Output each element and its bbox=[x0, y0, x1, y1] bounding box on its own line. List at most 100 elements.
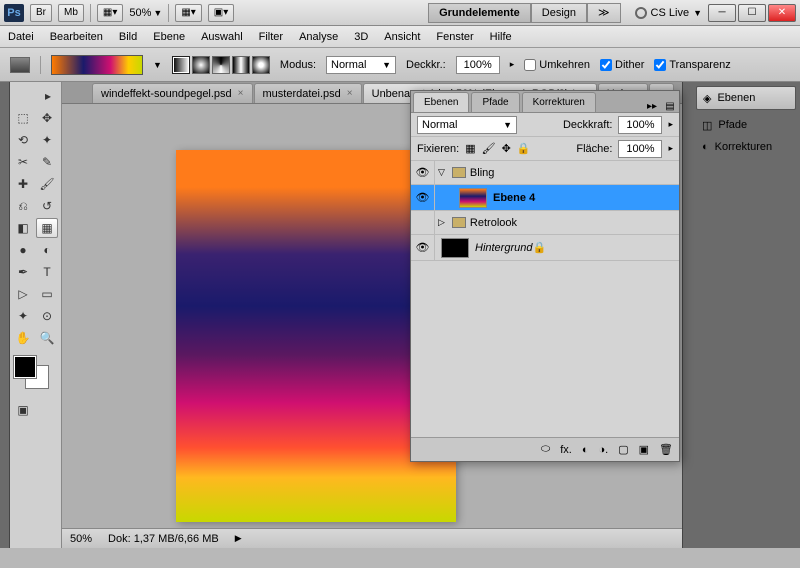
mask-icon[interactable]: ◐ bbox=[582, 444, 589, 456]
history-brush-tool[interactable]: ↺ bbox=[36, 196, 58, 216]
deckkr-input[interactable]: 100% bbox=[456, 56, 500, 74]
status-menu[interactable]: ▶ bbox=[235, 533, 242, 544]
status-zoom[interactable]: 50% bbox=[70, 533, 92, 545]
right-dock-strip[interactable] bbox=[682, 82, 692, 548]
lasso-tool[interactable]: ⟲ bbox=[12, 130, 34, 150]
menu-hilfe[interactable]: Hilfe bbox=[490, 31, 512, 43]
menu-fenster[interactable]: Fenster bbox=[436, 31, 473, 43]
layer-hintergrund[interactable]: 👁 Hintergrund 🔒 bbox=[411, 235, 679, 261]
workspace-more[interactable]: ≫ bbox=[587, 3, 621, 23]
layer-group-bling[interactable]: 👁 ▽ Bling bbox=[411, 161, 679, 185]
eyedropper-tool[interactable]: ✎ bbox=[36, 152, 58, 172]
pen-tool[interactable]: ✒ bbox=[12, 262, 34, 282]
collapse-toolbox[interactable]: ▸ bbox=[37, 86, 59, 106]
lock-pixels-icon[interactable]: 🖌 bbox=[482, 142, 496, 155]
view-extras-button[interactable]: ▦▾ bbox=[97, 4, 123, 22]
minimize-button[interactable]: ─ bbox=[708, 4, 736, 22]
menu-ebene[interactable]: Ebene bbox=[153, 31, 185, 43]
menu-3d[interactable]: 3D bbox=[354, 31, 368, 43]
visibility-icon[interactable] bbox=[411, 211, 435, 234]
status-dok[interactable]: Dok: 1,37 MB/6,66 MB bbox=[108, 533, 219, 545]
menu-datei[interactable]: Datei bbox=[8, 31, 34, 43]
gradient-preview[interactable] bbox=[51, 55, 143, 75]
trash-icon[interactable]: 🗑 bbox=[659, 443, 673, 456]
gradient-diamond[interactable] bbox=[252, 56, 270, 74]
lp-tab-ebenen[interactable]: Ebenen bbox=[413, 92, 469, 112]
rpanel-ebenen[interactable]: ◈Ebenen bbox=[696, 86, 796, 110]
link-layers-icon[interactable]: ⬭ bbox=[541, 443, 550, 456]
lp-menu-icon[interactable]: ▤ bbox=[661, 101, 679, 112]
marquee-tool[interactable]: ✥ bbox=[36, 108, 58, 128]
fx-icon[interactable]: fx. bbox=[560, 444, 572, 456]
zoom-select[interactable]: 50%▼ bbox=[129, 7, 162, 19]
deckkraft-input[interactable]: 100% bbox=[618, 116, 662, 134]
3d-tool[interactable]: ✦ bbox=[12, 306, 34, 326]
crop-tool[interactable]: ✂ bbox=[12, 152, 34, 172]
lp-tab-pfade[interactable]: Pfade bbox=[471, 92, 519, 112]
disclosure-icon[interactable]: ▷ bbox=[438, 217, 445, 228]
tool-preset[interactable] bbox=[10, 57, 30, 73]
gradient-picker-arrow[interactable]: ▼ bbox=[153, 60, 162, 70]
gradient-radial[interactable] bbox=[192, 56, 210, 74]
left-dock-strip[interactable] bbox=[0, 82, 10, 548]
doc-tab-1[interactable]: windeffekt-soundpegel.psd× bbox=[92, 83, 253, 103]
layer-thumbnail[interactable] bbox=[441, 238, 469, 258]
workspace-design[interactable]: Design bbox=[531, 3, 587, 23]
dither-checkbox[interactable]: Dither bbox=[600, 59, 644, 71]
move-tool[interactable]: ⬚ bbox=[12, 108, 34, 128]
cslive-button[interactable]: CS Live▼ bbox=[635, 7, 702, 19]
brush-tool[interactable]: 🖌 bbox=[36, 174, 58, 194]
heal-tool[interactable]: ✚ bbox=[12, 174, 34, 194]
3d-camera-tool[interactable]: ⊙ bbox=[36, 306, 58, 326]
visibility-icon[interactable]: 👁 bbox=[411, 235, 435, 260]
visibility-icon[interactable]: 👁 bbox=[411, 161, 435, 184]
blend-mode-select[interactable]: Normal▼ bbox=[417, 116, 517, 134]
disclosure-icon[interactable]: ▽ bbox=[438, 167, 445, 178]
close-icon[interactable]: × bbox=[238, 88, 244, 99]
lp-collapse-icon[interactable]: ▸▸ bbox=[643, 101, 661, 112]
adjustment-icon[interactable]: ◑. bbox=[599, 444, 609, 456]
shape-tool[interactable]: ▭ bbox=[36, 284, 58, 304]
hand-tool[interactable]: ✋ bbox=[12, 328, 34, 348]
layer-thumbnail[interactable] bbox=[459, 188, 487, 208]
lock-position-icon[interactable]: ✥ bbox=[502, 142, 511, 155]
gradient-angle[interactable] bbox=[212, 56, 230, 74]
transparenz-checkbox[interactable]: Transparenz bbox=[654, 59, 730, 71]
maximize-button[interactable]: ☐ bbox=[738, 4, 766, 22]
close-button[interactable]: ✕ bbox=[768, 4, 796, 22]
path-tool[interactable]: ▷ bbox=[12, 284, 34, 304]
stamp-tool[interactable]: ⎌ bbox=[12, 196, 34, 216]
close-icon[interactable]: × bbox=[347, 88, 353, 99]
screenmode-button[interactable]: ▣▾ bbox=[208, 4, 234, 22]
blur-tool[interactable]: ● bbox=[12, 240, 34, 260]
color-swatches[interactable] bbox=[12, 356, 52, 396]
layer-ebene4[interactable]: 👁 Ebene 4 bbox=[411, 185, 679, 211]
minibridge-button[interactable]: Mb bbox=[58, 4, 84, 22]
lock-all-icon[interactable]: 🔒 bbox=[517, 142, 531, 155]
gradient-linear[interactable] bbox=[172, 56, 190, 74]
zoom-tool[interactable]: 🔍 bbox=[36, 328, 58, 348]
umkehren-checkbox[interactable]: Umkehren bbox=[524, 59, 590, 71]
arrange-button[interactable]: ▦▾ bbox=[175, 4, 201, 22]
menu-ansicht[interactable]: Ansicht bbox=[384, 31, 420, 43]
gradient-tool[interactable]: ▦ bbox=[36, 218, 58, 238]
dodge-tool[interactable]: ◐ bbox=[36, 240, 58, 260]
workspace-grundelemente[interactable]: Grundelemente bbox=[428, 3, 531, 23]
lock-transparent-icon[interactable]: ▦ bbox=[465, 142, 475, 155]
new-layer-icon[interactable]: ▣ bbox=[639, 443, 649, 456]
foreground-color[interactable] bbox=[14, 356, 36, 378]
quickmask-toggle[interactable]: ▣ bbox=[12, 400, 34, 420]
layer-group-retrolook[interactable]: ▷ Retrolook bbox=[411, 211, 679, 235]
type-tool[interactable]: T bbox=[36, 262, 58, 282]
rpanel-pfade[interactable]: ◫Pfade bbox=[696, 114, 796, 136]
menu-auswahl[interactable]: Auswahl bbox=[201, 31, 243, 43]
flaeche-input[interactable]: 100% bbox=[618, 140, 662, 158]
rpanel-korrekturen[interactable]: ◐Korrekturen bbox=[696, 136, 796, 158]
menu-analyse[interactable]: Analyse bbox=[299, 31, 338, 43]
menu-filter[interactable]: Filter bbox=[259, 31, 283, 43]
doc-tab-2[interactable]: musterdatei.psd× bbox=[254, 83, 362, 103]
menu-bild[interactable]: Bild bbox=[119, 31, 137, 43]
lp-tab-korrekturen[interactable]: Korrekturen bbox=[522, 92, 596, 112]
group-icon[interactable]: ▢ bbox=[618, 443, 628, 456]
gradient-reflected[interactable] bbox=[232, 56, 250, 74]
